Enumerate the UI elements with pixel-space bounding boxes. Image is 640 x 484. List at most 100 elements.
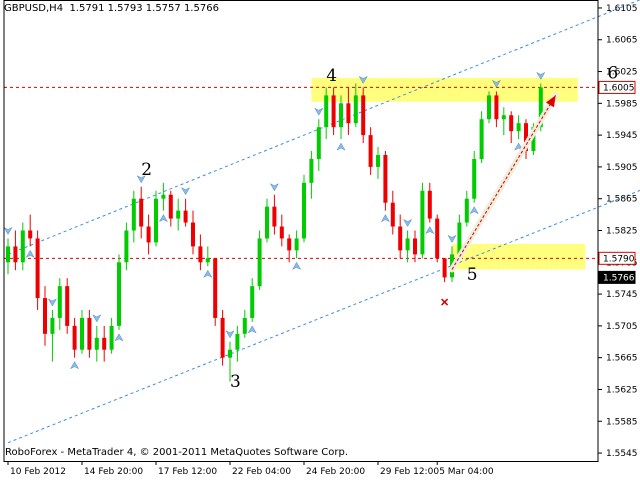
fractal-arrow-icon: [69, 361, 80, 370]
fractal-arrow-icon: [469, 206, 479, 215]
bear-candle: [442, 258, 447, 278]
y-tick-label: 1.5985: [606, 99, 638, 109]
x-tick-label: 14 Feb 20:00: [84, 467, 143, 477]
bull-candle: [487, 95, 491, 120]
channel-line: [7, 189, 640, 444]
bull-candle: [205, 258, 210, 263]
fractal-arrow-icon: [158, 214, 169, 223]
bear-candle: [383, 154, 388, 203]
bull-candle: [94, 337, 99, 350]
fractal-arrow-icon: [425, 226, 435, 235]
fractal-arrow-icon: [47, 298, 58, 307]
channel-line: [7, 0, 640, 255]
bull-candle: [161, 194, 166, 199]
bear-candle: [435, 218, 440, 259]
bull-candle: [109, 325, 114, 350]
bull-candle: [405, 238, 410, 251]
bear-candle: [368, 135, 373, 167]
bear-candle: [35, 238, 40, 299]
bull-candle: [420, 190, 425, 255]
bull-candle: [472, 158, 477, 199]
price-tag-label: 1.5790: [603, 254, 635, 264]
bear-candle: [198, 246, 203, 263]
y-tick-label: 1.6105: [606, 4, 638, 14]
bull-candle: [501, 115, 506, 120]
wave-label: 5: [467, 265, 478, 285]
fractal-arrow-icon: [92, 314, 102, 323]
bear-candle: [427, 190, 432, 219]
bear-candle: [272, 206, 277, 227]
bull-candle: [265, 206, 269, 239]
copyright-footer: RoboForex - MetaTrader 4, © 2001-2011 Me…: [5, 447, 349, 458]
wave-label: 3: [230, 372, 241, 392]
bear-candle: [13, 246, 18, 263]
y-tick-label: 1.5945: [606, 131, 638, 141]
bull-candle: [235, 333, 240, 350]
y-tick-label: 1.5865: [606, 195, 638, 205]
y-tick-label: 1.5625: [606, 385, 638, 395]
price-chart: 23456 1.6105 1.6065 1.6025 1.5985 1.5945 1.59…: [0, 0, 640, 480]
fractal-arrow-icon: [3, 226, 13, 235]
fractal-arrow-icon: [247, 325, 257, 334]
y-tick-label: 1.5585: [606, 417, 638, 427]
bear-candle: [139, 198, 144, 227]
bear-candle: [168, 194, 173, 219]
bull-candle: [176, 210, 181, 219]
fractal-arrow-icon: [314, 107, 324, 116]
fractal-arrow-icon: [114, 333, 124, 342]
bear-candle: [413, 238, 417, 255]
bear-candle: [287, 238, 292, 251]
fractal-arrow-icon: [447, 234, 457, 243]
bull-candle: [57, 286, 62, 318]
x-tick-label: 24 Feb 20:00: [306, 467, 365, 477]
bear-candle: [279, 226, 284, 239]
bear-candle: [331, 95, 336, 128]
bull-candle: [353, 95, 358, 124]
bull-candle: [464, 198, 469, 223]
bull-candle: [376, 154, 380, 167]
bear-candle: [87, 317, 92, 350]
bear-candle: [72, 325, 77, 350]
fractal-arrow-icon: [25, 249, 35, 258]
x-tick-label: 22 Feb 04:00: [232, 467, 291, 477]
bull-candle: [242, 317, 247, 334]
bull-candle: [6, 246, 10, 263]
bear-candle: [191, 222, 195, 247]
highlight-zone: [311, 77, 578, 102]
bear-candle: [346, 103, 351, 124]
price-tag-label: 1.6005: [603, 83, 635, 93]
fractal-arrow-icon: [380, 214, 391, 223]
fractal-arrow-icon: [225, 330, 235, 339]
bull-candle: [324, 95, 329, 128]
bull-candle: [339, 103, 343, 128]
bull-candle: [316, 127, 321, 159]
chart-svg: 23456 1.61051.60651.60251.59851.59451.59…: [3, 0, 640, 477]
bear-candle: [361, 95, 366, 136]
bull-candle: [20, 230, 25, 263]
bear-candle: [28, 230, 33, 239]
bull-candle: [479, 119, 484, 159]
y-tick-label: 1.6065: [606, 36, 638, 46]
bull-candle: [50, 317, 55, 334]
fractal-arrow-icon: [402, 218, 413, 228]
bear-candle: [390, 202, 395, 227]
bull-candle: [294, 238, 299, 251]
ohlc-readout: 1.5791 1.5793 1.5757 1.5766: [69, 3, 219, 14]
fractal-arrow-icon: [203, 269, 213, 278]
cross-marker-icon: [441, 298, 449, 306]
bear-candle: [220, 317, 225, 358]
chart-header: GBPUSD,H4 1.5791 1.5793 1.5757 1.5766: [4, 3, 219, 14]
bear-candle: [43, 298, 47, 334]
price-tag-label: 1.5766: [603, 273, 635, 283]
bull-candle: [516, 123, 521, 132]
y-tick-label: 1.5905: [606, 163, 638, 173]
bull-candle: [309, 158, 314, 183]
bull-candle: [124, 230, 129, 263]
x-tick-label: 29 Feb 12:00: [380, 467, 439, 477]
bear-candle: [65, 286, 70, 326]
fractal-arrow-icon: [336, 142, 346, 151]
y-tick-label: 1.5665: [606, 354, 638, 364]
x-tick-label: 10 Feb 2012: [10, 467, 66, 477]
bull-candle: [80, 317, 84, 350]
bear-candle: [398, 226, 403, 251]
